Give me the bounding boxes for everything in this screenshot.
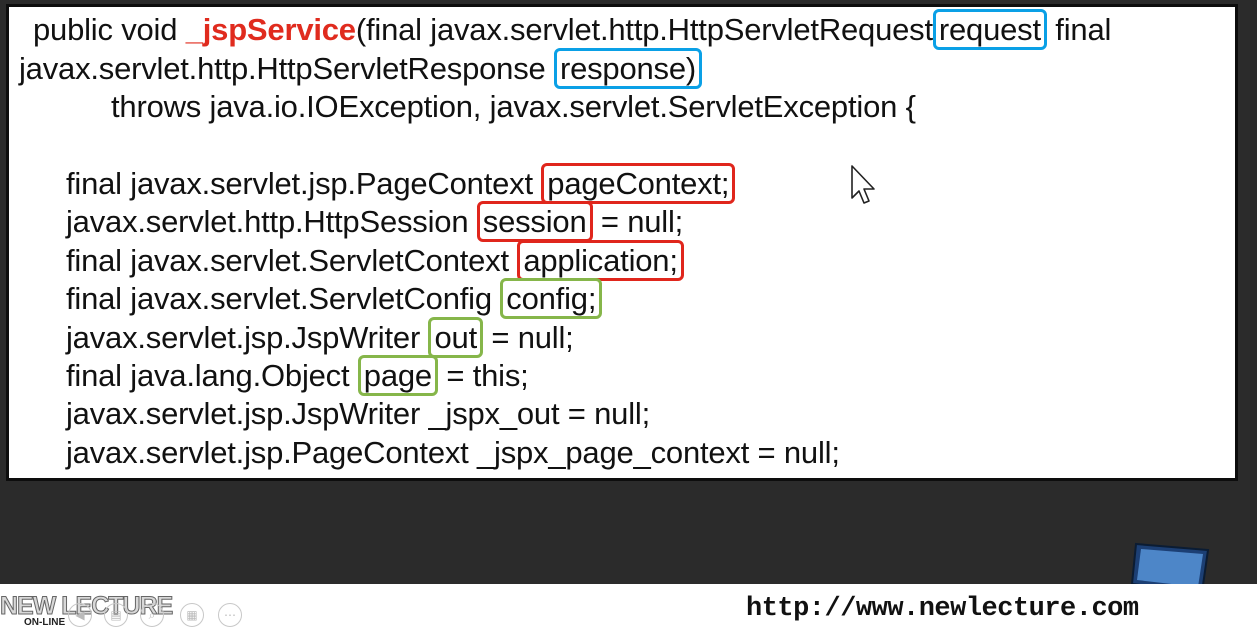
code-text: javax.servlet.jsp.JspWriter [66, 320, 429, 355]
website-url: http://www.newlecture.com [746, 594, 1139, 624]
mouse-pointer-icon [851, 165, 875, 204]
code-line-7: final javax.servlet.ServletConfig config… [66, 278, 603, 319]
zoom-icon[interactable]: ⌕ [140, 603, 164, 627]
code-line-3: throws java.io.IOException, javax.servle… [111, 89, 916, 124]
code-line-10: javax.servlet.jsp.JspWriter _jspx_out = … [66, 396, 650, 431]
code-text: final javax.servlet.jsp.PageContext [66, 166, 542, 201]
request-param-highlight: request [932, 9, 1047, 50]
slide-content: public void _jspService(final javax.serv… [6, 4, 1238, 481]
code-line-1: public void _jspService(final javax.serv… [33, 9, 1112, 50]
response-param-highlight: response) [553, 48, 703, 89]
code-line-6: final javax.servlet.ServletContext appli… [66, 240, 684, 281]
code-line-8: javax.servlet.jsp.JspWriter out = null; [66, 317, 574, 358]
code-line-11: javax.servlet.jsp.PageContext _jspx_page… [66, 435, 840, 470]
code-text: = this; [437, 358, 529, 393]
config-highlight: config; [500, 278, 603, 319]
code-line-9: final java.lang.Object page = this; [66, 355, 529, 396]
code-text: javax.servlet.http.HttpServletResponse [19, 51, 554, 86]
code-text: public void [33, 12, 186, 47]
brand-subtitle: ON-LINE [24, 617, 66, 628]
method-name: _jspService [185, 12, 356, 47]
code-text: = null; [592, 204, 684, 239]
code-text: javax.servlet.http.HttpSession [66, 204, 477, 239]
code-line-2: javax.servlet.http.HttpServletResponse r… [19, 48, 703, 89]
code-line-5: javax.servlet.http.HttpSession session =… [66, 201, 684, 242]
page-icon[interactable]: ▤ [104, 603, 128, 627]
code-text: final javax.servlet.ServletConfig [66, 281, 501, 316]
code-text: = null; [482, 320, 574, 355]
slides-icon[interactable]: ▦ [180, 603, 204, 627]
application-highlight: application; [517, 240, 684, 281]
session-highlight: session [476, 201, 593, 242]
code-text: (final javax.servlet.http.HttpServletReq… [355, 12, 933, 47]
out-highlight: out [428, 317, 483, 358]
back-icon[interactable]: ◀ [68, 603, 92, 627]
code-text: final java.lang.Object [66, 358, 358, 393]
code-text: final javax.servlet.ServletContext [66, 243, 518, 278]
more-icon[interactable]: ⋯ [218, 603, 242, 627]
code-line-4: final javax.servlet.jsp.PageContext page… [66, 163, 736, 204]
pagecontext-highlight: pageContext; [541, 163, 736, 204]
code-text: final [1046, 12, 1112, 47]
page-highlight: page [357, 355, 438, 396]
